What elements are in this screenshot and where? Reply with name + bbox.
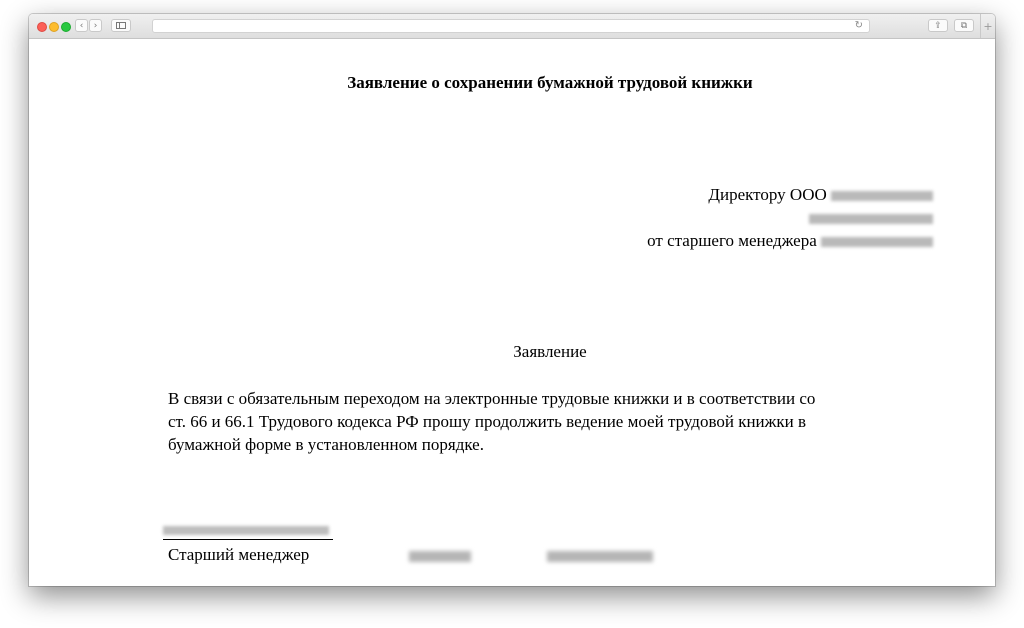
statement-body: В связи с обязательным переходом на элек… xyxy=(168,387,928,456)
new-tab-button[interactable]: + xyxy=(980,14,995,38)
zoom-window-button[interactable] xyxy=(61,22,71,32)
signature-divider xyxy=(163,539,333,540)
redacted-signer-name xyxy=(547,551,653,562)
forward-button[interactable]: › xyxy=(89,19,102,32)
addressee-line-2 xyxy=(647,206,933,229)
statement-heading: Заявление xyxy=(513,342,587,361)
plus-icon: + xyxy=(983,19,993,33)
chevron-left-icon: ‹ xyxy=(79,20,84,31)
addressee-line-3: от старшего менеджера xyxy=(647,229,933,252)
document-title: Заявление о сохранении бумажной трудовой… xyxy=(347,73,753,92)
close-window-button[interactable] xyxy=(37,22,47,32)
addressee-director: Директору ООО xyxy=(708,185,827,204)
body-line: В связи с обязательным переходом на элек… xyxy=(168,389,816,408)
share-icon: ⇪ xyxy=(934,20,942,31)
sidebar-icon xyxy=(116,22,126,29)
tabs-icon: ⧉ xyxy=(960,20,968,31)
sidebar-button[interactable] xyxy=(111,19,131,32)
body-line: бумажной форме в установленном порядке. xyxy=(168,435,484,454)
document-page: Заявление о сохранении бумажной трудовой… xyxy=(29,39,995,586)
signature-position: Старший менеджер xyxy=(168,545,310,564)
address-bar[interactable]: ↻ xyxy=(152,19,870,33)
show-tabs-button[interactable]: ⧉ xyxy=(954,19,974,32)
back-button[interactable]: ‹ xyxy=(75,19,88,32)
browser-window: ‹ › ↻ ⇪ ⧉ + Заявление о сохранении бумаж… xyxy=(29,14,995,586)
reload-icon[interactable]: ↻ xyxy=(855,20,863,32)
redacted-signature xyxy=(409,551,471,562)
redacted-sender-name xyxy=(821,237,933,248)
addressee-from: от старшего менеджера xyxy=(647,231,817,250)
browser-toolbar: ‹ › ↻ ⇪ ⧉ + xyxy=(29,14,995,39)
redacted-director-name xyxy=(809,214,933,225)
addressee-block: Директору ООО от старшего менеджера xyxy=(647,183,933,252)
share-button[interactable]: ⇪ xyxy=(928,19,948,32)
redacted-date xyxy=(163,526,329,535)
minimize-window-button[interactable] xyxy=(49,22,59,32)
redacted-company-name xyxy=(831,191,933,202)
addressee-line-1: Директору ООО xyxy=(647,183,933,206)
chevron-right-icon: › xyxy=(93,20,98,31)
body-line: ст. 66 и 66.1 Трудового кодекса РФ прошу… xyxy=(168,412,807,431)
